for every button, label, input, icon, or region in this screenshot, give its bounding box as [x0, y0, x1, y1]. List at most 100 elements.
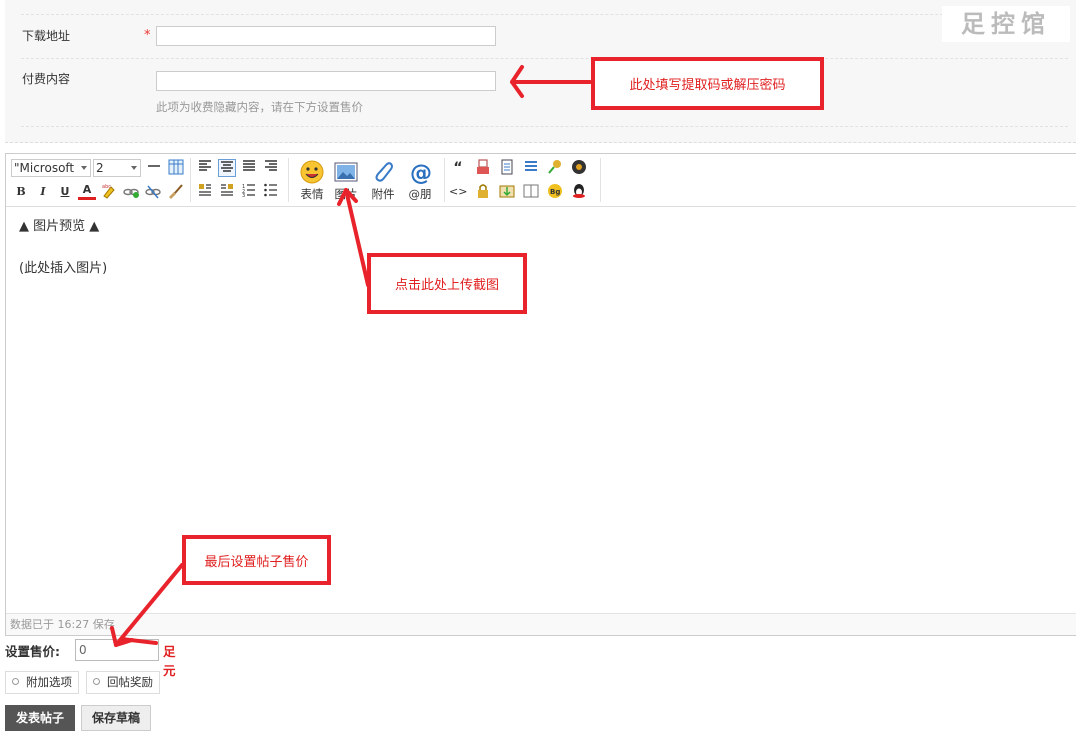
- qq-button[interactable]: [570, 183, 588, 201]
- toolbar-divider: [444, 158, 445, 202]
- lock-icon: [478, 184, 488, 198]
- media-disc-icon: [572, 160, 586, 174]
- paste-word-button[interactable]: [498, 159, 516, 177]
- list-lines-icon: [525, 161, 537, 171]
- download-content-button[interactable]: [498, 183, 516, 201]
- post-form-panel: 下载地址 * 付费内容 此项为收费隐藏内容，请在下方设置售价: [5, 0, 1076, 143]
- extra-options-button[interactable]: 附加选项: [5, 671, 79, 694]
- svg-text:Bg: Bg: [550, 188, 560, 196]
- align-justify-button[interactable]: [240, 159, 258, 177]
- site-watermark-logo: 足控馆: [942, 6, 1070, 42]
- quote-button[interactable]: “: [449, 159, 467, 177]
- font-size-value: 2: [96, 161, 104, 175]
- highlight-button[interactable]: abc: [100, 183, 118, 201]
- key-icon: [548, 160, 561, 174]
- autosave-status: 数据已于 16:27 保存: [6, 613, 1076, 635]
- download-url-input[interactable]: [156, 26, 496, 46]
- reply-reward-button[interactable]: 回帖奖励: [86, 671, 160, 694]
- media-button[interactable]: [570, 159, 588, 177]
- price-label: 设置售价:: [5, 644, 60, 659]
- paid-content-input[interactable]: [156, 71, 496, 91]
- hide-content-button[interactable]: [474, 183, 492, 201]
- annotation-upload-tip: 点击此处上传截图: [367, 253, 527, 314]
- chevron-down-icon: [81, 166, 87, 170]
- password-button[interactable]: [546, 159, 564, 177]
- attachment-button[interactable]: 附件: [363, 158, 403, 202]
- align-left-button[interactable]: [196, 159, 214, 177]
- align-right-icon: [265, 160, 277, 171]
- divider: [21, 58, 1068, 59]
- underline-button[interactable]: U: [56, 183, 74, 201]
- rich-text-editor: "Microsoft 2 B I U A abc 1 2 3 表情 图片 附件 …: [5, 153, 1076, 636]
- code-button[interactable]: <>: [449, 183, 467, 201]
- highlighter-icon: abc: [102, 184, 115, 199]
- font-size-select[interactable]: 2: [93, 159, 141, 177]
- toolbar-divider: [600, 158, 601, 202]
- font-family-select[interactable]: "Microsoft: [11, 159, 91, 177]
- svg-text:abc: abc: [102, 184, 111, 190]
- editor-toolbar: "Microsoft 2 B I U A abc 1 2 3 表情 图片 附件 …: [6, 154, 1076, 207]
- bullet-icon: [12, 678, 19, 685]
- divider: [21, 14, 1068, 15]
- mention-button[interactable]: @ @朋: [400, 158, 440, 202]
- price-input[interactable]: [75, 639, 159, 661]
- horizontal-rule-button[interactable]: [145, 159, 163, 177]
- align-center-button[interactable]: [218, 159, 236, 177]
- unlink-button[interactable]: [144, 183, 162, 201]
- float-left-button[interactable]: [196, 183, 214, 201]
- insert-link-button[interactable]: [122, 183, 140, 201]
- align-justify-icon: [243, 160, 255, 171]
- mention-label: @朋: [408, 187, 432, 201]
- smiley-icon: [300, 160, 324, 184]
- paid-content-label: 付费内容: [22, 72, 71, 86]
- required-mark: *: [144, 28, 151, 43]
- align-right-button[interactable]: [262, 159, 280, 177]
- float-right-icon: [221, 184, 233, 196]
- download-box-icon: [499, 185, 515, 198]
- ordered-list-icon: 123: [242, 184, 255, 199]
- link-icon: [123, 188, 139, 198]
- word-doc-icon: [501, 159, 513, 175]
- bullet-icon: [93, 678, 100, 685]
- free-tag-icon: [477, 159, 489, 174]
- divider: [21, 126, 1068, 127]
- free-content-button[interactable]: [474, 159, 492, 177]
- price-unit: 足元: [163, 644, 176, 678]
- image-icon: [334, 162, 358, 182]
- table-icon: [168, 159, 184, 175]
- extra-options-label: 附加选项: [26, 675, 72, 689]
- toolbar-divider: [190, 158, 191, 202]
- italic-button[interactable]: I: [34, 183, 52, 201]
- bold-button[interactable]: B: [12, 183, 30, 201]
- download-label: 下载地址: [22, 29, 71, 43]
- image-label: 图片: [334, 187, 358, 201]
- font-color-button[interactable]: A: [78, 183, 96, 200]
- paperclip-icon: [375, 162, 393, 182]
- attachment-label: 附件: [371, 187, 395, 201]
- paid-content-hint: 此项为收费隐藏内容，请在下方设置售价: [156, 100, 363, 114]
- background-button[interactable]: Bg: [546, 183, 564, 201]
- chevron-down-icon: [131, 166, 137, 170]
- qq-penguin-icon: [573, 184, 585, 198]
- unordered-list-button[interactable]: [262, 183, 280, 201]
- insert-image-button[interactable]: 图片: [326, 158, 366, 202]
- submit-post-button[interactable]: 发表帖子: [5, 705, 75, 731]
- brush-icon: [169, 184, 183, 199]
- index-button[interactable]: [522, 159, 540, 177]
- annotation-code-tip: 此处填写提取码或解压密码: [591, 57, 824, 110]
- horizontal-rule-icon: [148, 165, 160, 167]
- clear-format-button[interactable]: [166, 183, 184, 201]
- unordered-list-icon: [264, 183, 277, 197]
- editor-content-area[interactable]: ▲ 图片预览 ▲ (此处插入图片): [6, 207, 1076, 613]
- reply-reward-label: 回帖奖励: [107, 675, 153, 689]
- save-draft-button[interactable]: 保存草稿: [81, 705, 151, 731]
- columns-button[interactable]: [522, 183, 540, 201]
- svg-text:3: 3: [242, 193, 245, 197]
- table-button[interactable]: [167, 159, 185, 177]
- unlink-icon: [145, 185, 161, 199]
- ordered-list-button[interactable]: 123: [240, 183, 258, 201]
- float-right-button[interactable]: [218, 183, 236, 201]
- svg-text:@: @: [410, 161, 432, 184]
- float-left-icon: [199, 184, 211, 196]
- align-left-icon: [199, 160, 211, 171]
